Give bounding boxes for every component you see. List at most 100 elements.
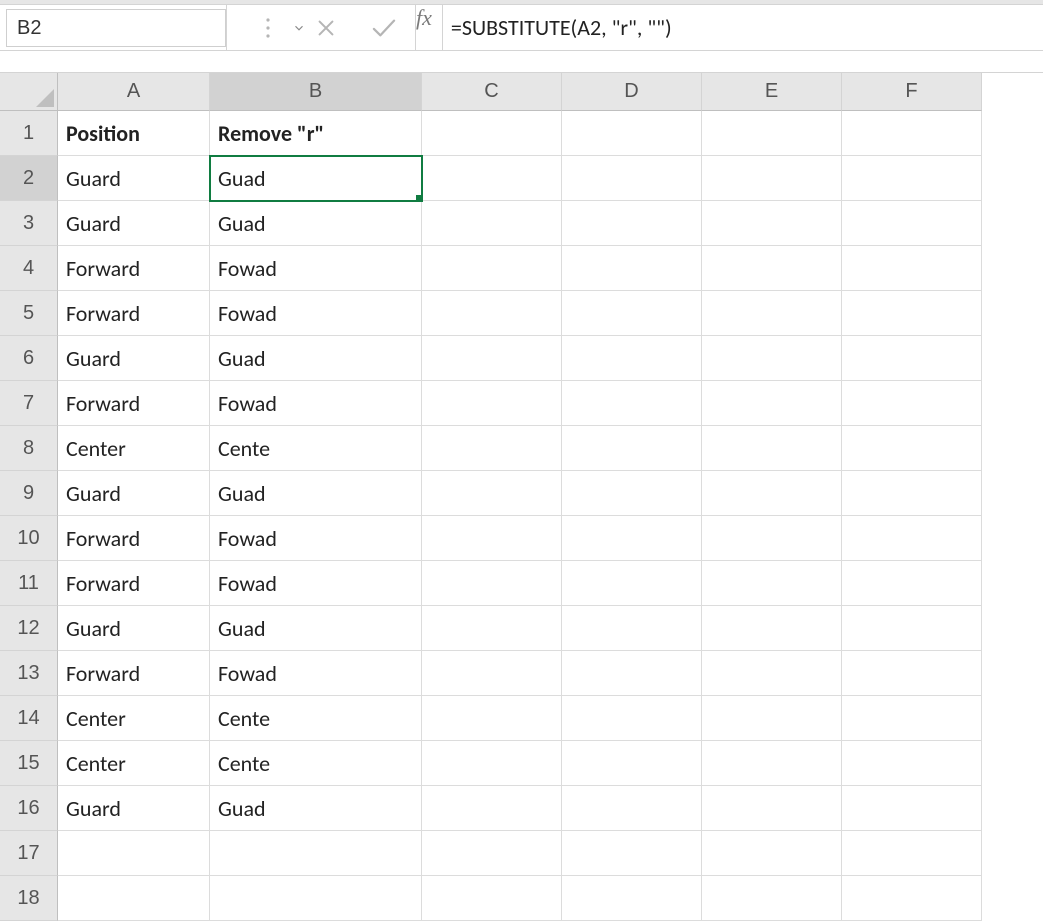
- cell-F13[interactable]: [842, 651, 982, 696]
- cell-E15[interactable]: [702, 741, 842, 786]
- cell-C1[interactable]: [422, 111, 562, 156]
- cell-D12[interactable]: [562, 606, 702, 651]
- cell-B12[interactable]: Guad: [210, 606, 422, 651]
- check-icon[interactable]: [369, 13, 399, 43]
- cell-A9[interactable]: Guard: [58, 471, 210, 516]
- cell-C8[interactable]: [422, 426, 562, 471]
- cell-C18[interactable]: [422, 876, 562, 921]
- cell-B5[interactable]: Fowad: [210, 291, 422, 336]
- column-header-C[interactable]: C: [422, 73, 562, 111]
- cell-E2[interactable]: [702, 156, 842, 201]
- cell-F15[interactable]: [842, 741, 982, 786]
- cell-C5[interactable]: [422, 291, 562, 336]
- cell-A2[interactable]: Guard: [58, 156, 210, 201]
- cell-B10[interactable]: Fowad: [210, 516, 422, 561]
- cell-E18[interactable]: [702, 876, 842, 921]
- row-header-16[interactable]: 16: [0, 786, 58, 831]
- cell-A4[interactable]: Forward: [58, 246, 210, 291]
- cell-D1[interactable]: [562, 111, 702, 156]
- row-header-1[interactable]: 1: [0, 111, 58, 156]
- row-header-11[interactable]: 11: [0, 561, 58, 606]
- cell-D9[interactable]: [562, 471, 702, 516]
- cell-B18[interactable]: [210, 876, 422, 921]
- cell-C16[interactable]: [422, 786, 562, 831]
- cell-E14[interactable]: [702, 696, 842, 741]
- cell-A12[interactable]: Guard: [58, 606, 210, 651]
- cancel-icon[interactable]: [311, 13, 341, 43]
- cell-B15[interactable]: Cente: [210, 741, 422, 786]
- cell-E11[interactable]: [702, 561, 842, 606]
- row-header-15[interactable]: 15: [0, 741, 58, 786]
- row-header-8[interactable]: 8: [0, 426, 58, 471]
- cell-B9[interactable]: Guad: [210, 471, 422, 516]
- cell-F3[interactable]: [842, 201, 982, 246]
- column-header-D[interactable]: D: [562, 73, 702, 111]
- cell-A16[interactable]: Guard: [58, 786, 210, 831]
- row-header-10[interactable]: 10: [0, 516, 58, 561]
- cell-B16[interactable]: Guad: [210, 786, 422, 831]
- column-header-A[interactable]: A: [58, 73, 210, 111]
- cell-B11[interactable]: Fowad: [210, 561, 422, 606]
- cell-C6[interactable]: [422, 336, 562, 381]
- cell-A3[interactable]: Guard: [58, 201, 210, 246]
- row-header-2[interactable]: 2: [0, 156, 58, 201]
- cell-F5[interactable]: [842, 291, 982, 336]
- row-header-6[interactable]: 6: [0, 336, 58, 381]
- cell-E3[interactable]: [702, 201, 842, 246]
- cell-B7[interactable]: Fowad: [210, 381, 422, 426]
- cell-F14[interactable]: [842, 696, 982, 741]
- cell-B17[interactable]: [210, 831, 422, 876]
- row-header-17[interactable]: 17: [0, 831, 58, 876]
- row-header-4[interactable]: 4: [0, 246, 58, 291]
- cell-D3[interactable]: [562, 201, 702, 246]
- cell-C9[interactable]: [422, 471, 562, 516]
- cell-B4[interactable]: Fowad: [210, 246, 422, 291]
- column-header-F[interactable]: F: [842, 73, 982, 111]
- cell-D6[interactable]: [562, 336, 702, 381]
- cell-F11[interactable]: [842, 561, 982, 606]
- cell-F17[interactable]: [842, 831, 982, 876]
- row-header-7[interactable]: 7: [0, 381, 58, 426]
- cell-D14[interactable]: [562, 696, 702, 741]
- cell-D11[interactable]: [562, 561, 702, 606]
- fx-icon[interactable]: fx: [416, 5, 442, 50]
- cell-F10[interactable]: [842, 516, 982, 561]
- row-header-9[interactable]: 9: [0, 471, 58, 516]
- cell-F8[interactable]: [842, 426, 982, 471]
- cell-B2[interactable]: Guad: [210, 156, 422, 201]
- cell-D10[interactable]: [562, 516, 702, 561]
- worksheet-grid[interactable]: ABCDEF 1PositionRemove "r"2GuardGuad3Gua…: [0, 73, 1043, 921]
- cell-F18[interactable]: [842, 876, 982, 921]
- column-header-E[interactable]: E: [702, 73, 842, 111]
- cell-E6[interactable]: [702, 336, 842, 381]
- cell-A15[interactable]: Center: [58, 741, 210, 786]
- cell-B13[interactable]: Fowad: [210, 651, 422, 696]
- cell-D13[interactable]: [562, 651, 702, 696]
- cell-F1[interactable]: [842, 111, 982, 156]
- cell-E1[interactable]: [702, 111, 842, 156]
- row-header-14[interactable]: 14: [0, 696, 58, 741]
- cell-C3[interactable]: [422, 201, 562, 246]
- select-all-triangle[interactable]: [0, 73, 58, 111]
- name-box[interactable]: [6, 9, 226, 47]
- cell-E17[interactable]: [702, 831, 842, 876]
- cell-C7[interactable]: [422, 381, 562, 426]
- cell-A10[interactable]: Forward: [58, 516, 210, 561]
- row-header-18[interactable]: 18: [0, 876, 58, 921]
- cell-C11[interactable]: [422, 561, 562, 606]
- cell-E4[interactable]: [702, 246, 842, 291]
- cell-A13[interactable]: Forward: [58, 651, 210, 696]
- cell-A14[interactable]: Center: [58, 696, 210, 741]
- cell-C10[interactable]: [422, 516, 562, 561]
- cell-B14[interactable]: Cente: [210, 696, 422, 741]
- cell-E5[interactable]: [702, 291, 842, 336]
- cell-B1[interactable]: Remove "r": [210, 111, 422, 156]
- cell-A7[interactable]: Forward: [58, 381, 210, 426]
- column-header-B[interactable]: B: [210, 73, 422, 111]
- cell-B6[interactable]: Guad: [210, 336, 422, 381]
- cell-D4[interactable]: [562, 246, 702, 291]
- cell-A17[interactable]: [58, 831, 210, 876]
- row-header-5[interactable]: 5: [0, 291, 58, 336]
- cell-C2[interactable]: [422, 156, 562, 201]
- cell-A8[interactable]: Center: [58, 426, 210, 471]
